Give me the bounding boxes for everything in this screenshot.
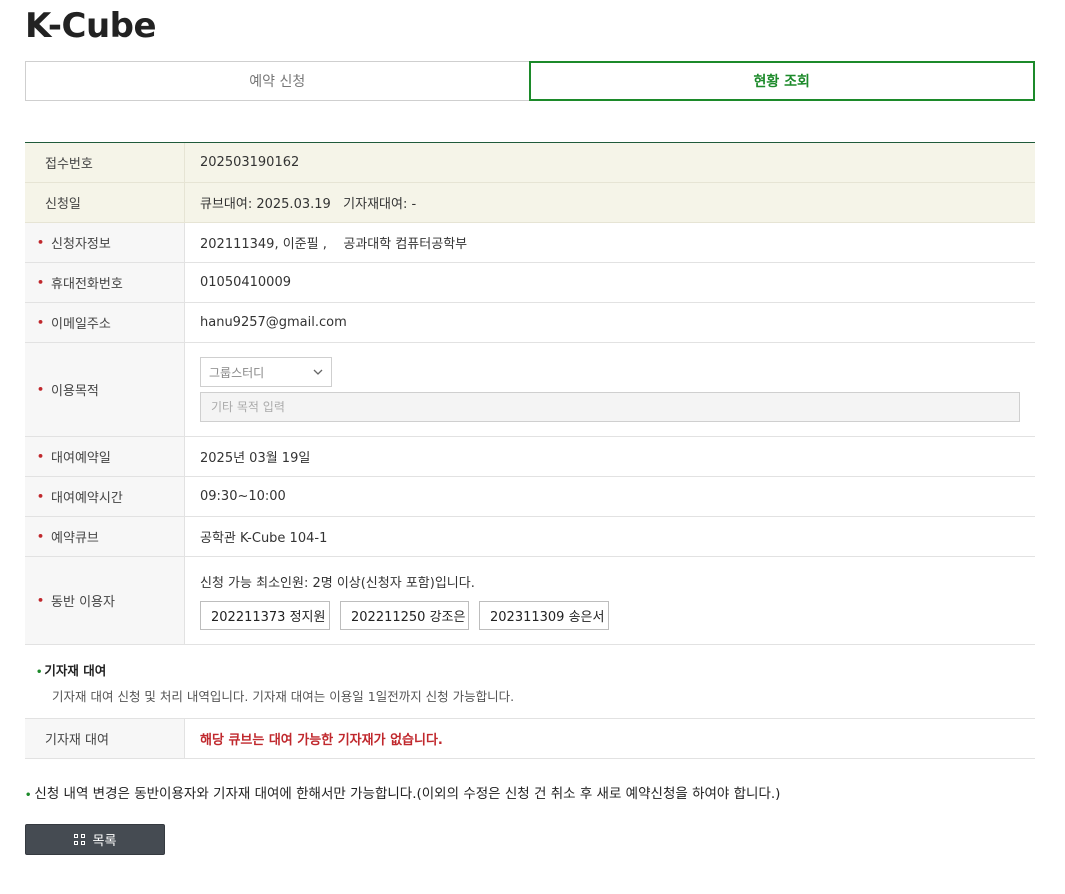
row-purpose: • 이용목적 그룹스터디 bbox=[25, 343, 1035, 437]
equipment-section-header: • 기자재 대여 기자재 대여 신청 및 처리 내역입니다. 기자재 대여는 이용… bbox=[36, 660, 515, 705]
rental-date-label-cell: • 대여예약일 bbox=[25, 437, 185, 476]
purpose-label-cell: • 이용목적 bbox=[25, 343, 185, 436]
row-rental-time: • 대여예약시간 09:30~10:00 bbox=[25, 477, 1035, 517]
change-notice-text: 신청 내역 변경은 동반이용자와 기자재 대여에 한해서만 가능합니다.(이외의… bbox=[34, 786, 781, 802]
tab-status-view[interactable]: 현황 조회 bbox=[528, 61, 1035, 101]
rental-time-label: 대여예약시간 bbox=[51, 491, 123, 506]
applicant-value: 202111349, 이준필 , 공과대학 컴퓨터공학부 bbox=[200, 237, 468, 252]
phone-label-cell: • 휴대전화번호 bbox=[25, 263, 185, 302]
equipment-section-title-row: • 기자재 대여 bbox=[36, 660, 514, 679]
list-button[interactable]: 목록 bbox=[25, 824, 165, 855]
tab-reservation-apply[interactable]: 예약 신청 bbox=[25, 61, 529, 101]
list-button-label: 목록 bbox=[92, 834, 117, 849]
cube-value: 공학관 K-Cube 104-1 bbox=[200, 531, 328, 546]
row-phone: • 휴대전화번호 01050410009 bbox=[25, 263, 1035, 303]
change-notice: • 신청 내역 변경은 동반이용자와 기자재 대여에 한해서만 가능합니다.(이외… bbox=[25, 782, 780, 802]
email-label: 이메일주소 bbox=[51, 317, 111, 332]
row-apply-date: 신청일 큐브대여: 2025.03.19 기자재대여: - bbox=[25, 183, 1035, 223]
required-bullet-icon: • bbox=[37, 316, 45, 329]
applicant-label-cell: • 신청자정보 bbox=[25, 223, 185, 262]
required-bullet-icon: • bbox=[37, 530, 45, 543]
companion-field[interactable]: 202211250 강조은 bbox=[340, 600, 469, 630]
required-bullet-icon: • bbox=[37, 450, 45, 463]
cube-label-cell: • 예약큐브 bbox=[25, 517, 185, 556]
companions-label: 동반 이용자 bbox=[51, 595, 115, 610]
row-cube: • 예약큐브 공학관 K-Cube 104-1 bbox=[25, 517, 1035, 557]
rental-date-value: 2025년 03월 19일 bbox=[200, 451, 311, 466]
equipment-table: 기자재 대여 해당 큐브는 대여 가능한 기자재가 없습니다. bbox=[25, 718, 1035, 759]
reservation-info-table: 접수번호 202503190162 신청일 큐브대여: 2025.03.19 기… bbox=[25, 142, 1035, 645]
rental-time-value: 09:30~10:00 bbox=[200, 489, 286, 504]
bullet-icon: • bbox=[36, 667, 43, 678]
companion-field[interactable]: 202211373 정지원 bbox=[200, 600, 330, 630]
equipment-label: 기자재 대여 bbox=[25, 719, 185, 758]
apply-date-label: 신청일 bbox=[25, 183, 185, 222]
companions-cell: 신청 가능 최소인원: 2명 이상(신청자 포함)입니다. 202211373 … bbox=[185, 557, 1035, 644]
row-companions: • 동반 이용자 신청 가능 최소인원: 2명 이상(신청자 포함)입니다. 20… bbox=[25, 557, 1035, 645]
email-label-cell: • 이메일주소 bbox=[25, 303, 185, 342]
companions-label-cell: • 동반 이용자 bbox=[25, 557, 185, 644]
row-applicant: • 신청자정보 202111349, 이준필 , 공과대학 컴퓨터공학부 bbox=[25, 223, 1035, 263]
required-bullet-icon: • bbox=[37, 594, 45, 607]
row-rental-date: • 대여예약일 2025년 03월 19일 bbox=[25, 437, 1035, 477]
required-bullet-icon: • bbox=[37, 236, 45, 249]
email-value: hanu9257@gmail.com bbox=[200, 315, 347, 330]
applicant-label: 신청자정보 bbox=[51, 237, 111, 252]
tab-bar: 예약 신청 현황 조회 bbox=[25, 61, 1035, 101]
row-receipt-no: 접수번호 202503190162 bbox=[25, 143, 1035, 183]
equipment-value: 해당 큐브는 대여 가능한 기자재가 없습니다. bbox=[200, 733, 443, 748]
apply-date-value: 큐브대여: 2025.03.19 기자재대여: - bbox=[185, 183, 1035, 222]
required-bullet-icon: • bbox=[37, 383, 45, 396]
companion-field[interactable]: 202311309 송은서 bbox=[479, 600, 609, 630]
receipt-no-value: 202503190162 bbox=[185, 143, 1035, 182]
required-bullet-icon: • bbox=[37, 276, 45, 289]
row-equipment: 기자재 대여 해당 큐브는 대여 가능한 기자재가 없습니다. bbox=[25, 719, 1035, 759]
page-title: K-Cube bbox=[25, 6, 157, 46]
purpose-label: 이용목적 bbox=[51, 384, 99, 399]
chevron-down-icon bbox=[313, 369, 323, 375]
equipment-section-title: 기자재 대여 bbox=[44, 663, 107, 678]
purpose-other-input[interactable] bbox=[200, 392, 1020, 422]
purpose-select-value: 그룹스터디 bbox=[209, 365, 265, 380]
bullet-icon: • bbox=[25, 790, 32, 801]
row-email: • 이메일주소 hanu9257@gmail.com bbox=[25, 303, 1035, 343]
phone-value: 01050410009 bbox=[200, 275, 291, 290]
purpose-controls: 그룹스터디 bbox=[185, 343, 1035, 436]
purpose-select[interactable]: 그룹스터디 bbox=[200, 357, 332, 387]
cube-label: 예약큐브 bbox=[51, 531, 99, 546]
phone-label: 휴대전화번호 bbox=[51, 277, 123, 292]
required-bullet-icon: • bbox=[37, 490, 45, 503]
grid-icon bbox=[73, 834, 85, 845]
receipt-no-label: 접수번호 bbox=[25, 143, 185, 182]
companions-list: 202211373 정지원 202211250 강조은 202311309 송은… bbox=[200, 600, 619, 630]
companions-note: 신청 가능 최소인원: 2명 이상(신청자 포함)입니다. bbox=[200, 575, 475, 591]
equipment-section-desc: 기자재 대여 신청 및 처리 내역입니다. 기자재 대여는 이용일 1일전까지 … bbox=[52, 689, 515, 704]
rental-date-label: 대여예약일 bbox=[51, 451, 111, 466]
rental-time-label-cell: • 대여예약시간 bbox=[25, 477, 185, 516]
